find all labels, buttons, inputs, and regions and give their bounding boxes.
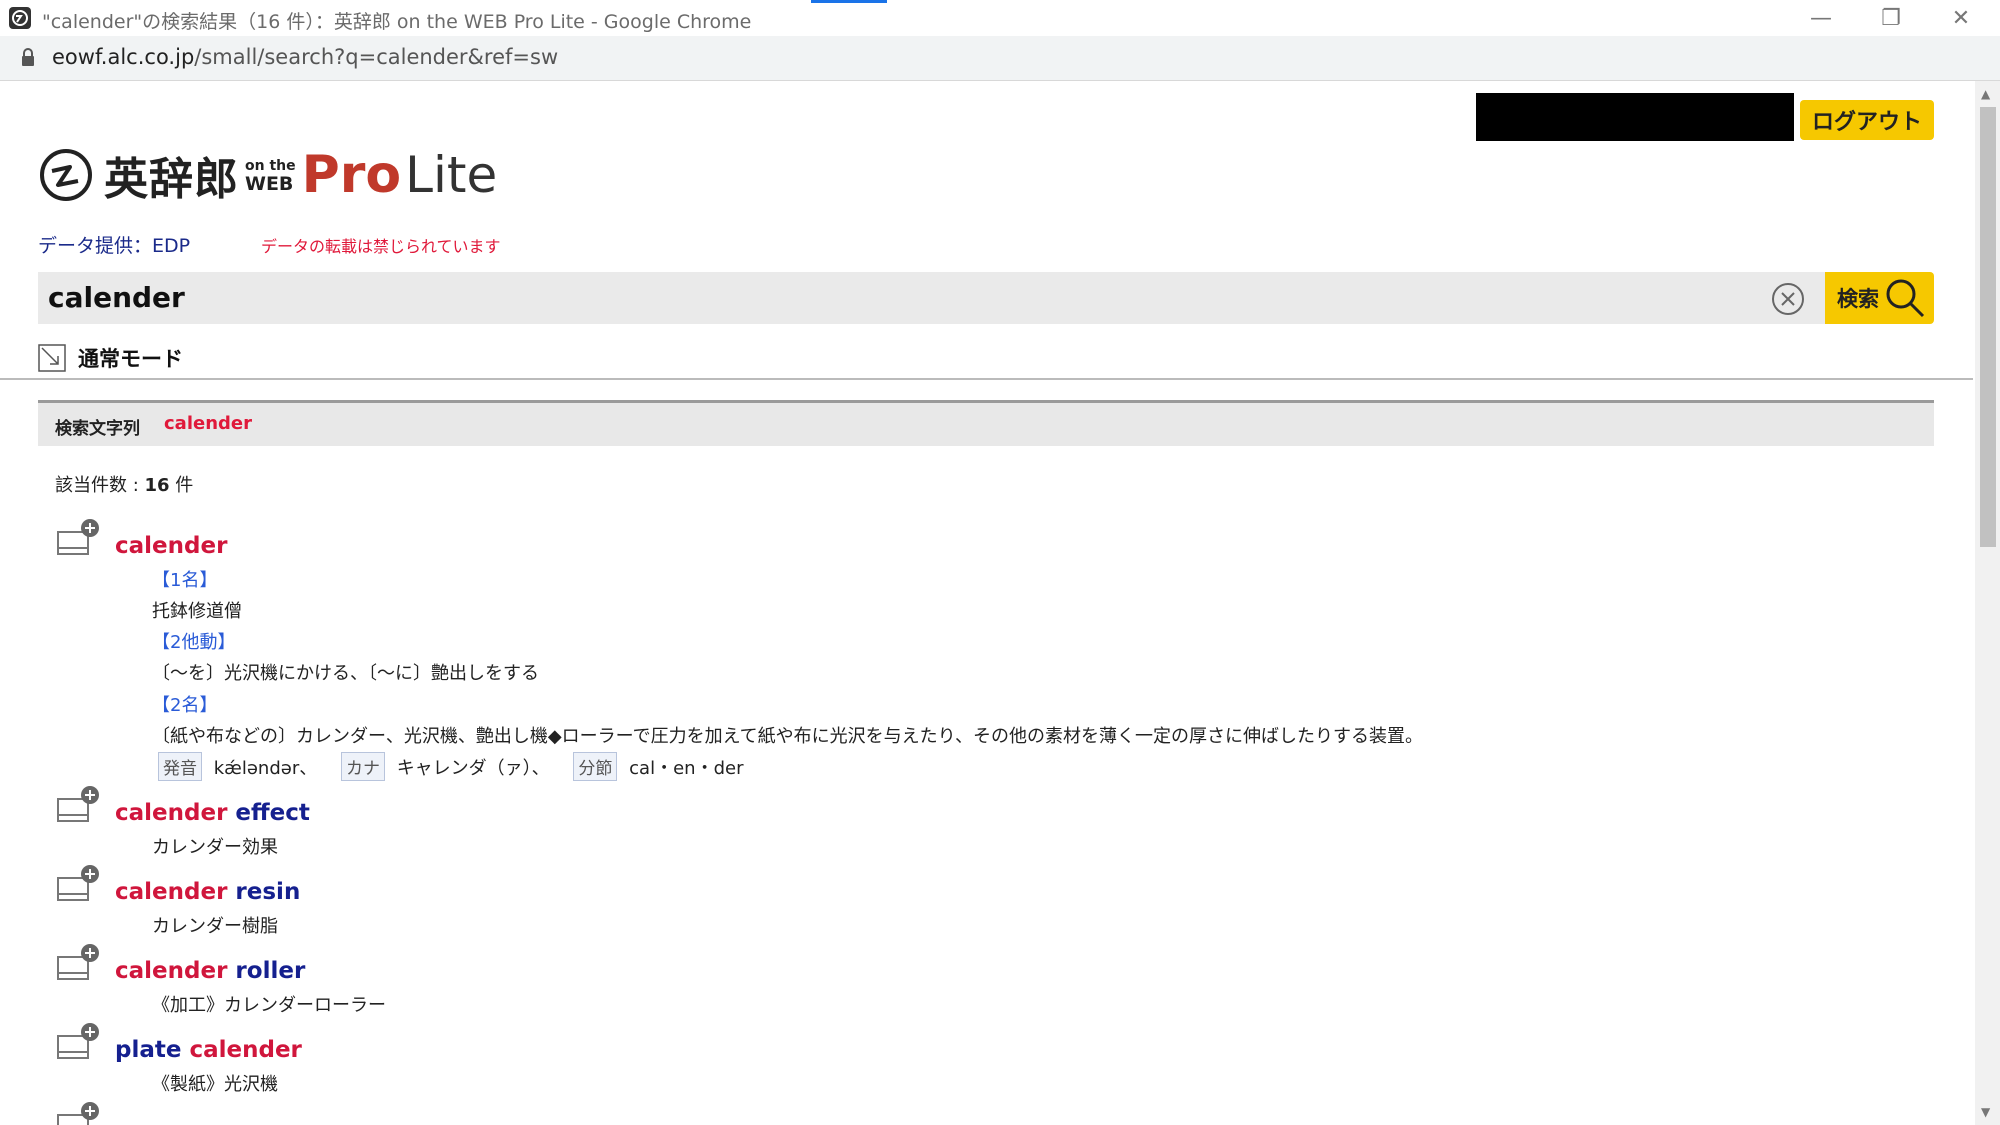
definition: カレンダー樹脂: [152, 916, 278, 937]
pron-tag: 発音: [158, 752, 202, 781]
logo-mark-icon: [40, 149, 92, 201]
headword-part: roller: [227, 958, 306, 984]
pron-value: kǽləndər、: [213, 758, 318, 779]
headword-part: calender: [115, 958, 228, 984]
logo-pro: Pro: [301, 145, 402, 205]
mode-label: 通常モード: [78, 347, 183, 371]
headword-part: calender: [181, 1037, 302, 1063]
headword-part: plate: [115, 1037, 182, 1063]
definition: 《製紙》光沢機: [152, 1074, 278, 1095]
magnifier-icon: [1886, 279, 1925, 318]
headword[interactable]: calender: [115, 533, 227, 559]
definition: 〔～を〕光沢機にかける、〔～に〕艶出しをする: [152, 663, 539, 684]
search-term-bar: 検索文字列 calender: [38, 400, 1934, 446]
logo-web: WEB: [245, 173, 294, 195]
url-text[interactable]: eowf.alc.co.jp/small/search?q=calender&r…: [52, 45, 558, 69]
part-of-speech: 【2他動】: [152, 632, 236, 653]
mode-toggle[interactable]: 通常モード: [38, 343, 183, 373]
site-favicon-icon: [9, 7, 31, 29]
part-of-speech: 【1名】: [152, 570, 218, 591]
add-to-wordbook-icon[interactable]: [56, 1022, 102, 1062]
result-count-label: 該当件数 :: [55, 475, 145, 496]
headword-part: calender: [115, 879, 228, 905]
data-provider-link[interactable]: データ提供：EDP: [38, 231, 190, 258]
tab-indicator: [811, 0, 887, 3]
add-to-wordbook-icon[interactable]: [56, 1101, 102, 1125]
add-to-wordbook-icon[interactable]: [56, 785, 102, 825]
scroll-down-arrow-icon[interactable]: ▼: [1981, 1105, 1990, 1119]
definition: 〔紙や布などの〕カレンダー、光沢機、艶出し機◆ローラーで圧力を加えて紙や布に光沢…: [152, 726, 1423, 747]
search-button[interactable]: 検索: [1825, 272, 1934, 324]
part-of-speech: 【2名】: [152, 695, 218, 716]
headword-part: calender: [115, 800, 228, 826]
window-title: "calender"の検索結果（16 件）：英辞郎 on the WEB Pro…: [42, 11, 752, 33]
search-button-label: 検索: [1837, 287, 1879, 311]
browser-title-bar: "calender"の検索結果（16 件）：英辞郎 on the WEB Pro…: [0, 0, 2000, 36]
search-term-value: calender: [164, 413, 252, 434]
site-logo[interactable]: 英辞郎 on the WEB Pro Lite: [38, 135, 497, 215]
lock-icon: [22, 48, 34, 66]
result-count: 該当件数 : 16 件: [55, 471, 193, 497]
headword-part: effect: [227, 800, 310, 826]
redacted-account-box: [1476, 93, 1794, 141]
search-query-text: calender: [48, 281, 185, 314]
pronunciation-row: 発音 kǽləndər、 カナ キャレンダ（ァ）、 分節 cal・en・der: [158, 752, 743, 781]
headword[interactable]: calender resin: [115, 879, 300, 905]
logo-lite: Lite: [405, 146, 498, 204]
result-count-unit: 件: [169, 475, 194, 496]
scroll-up-arrow-icon[interactable]: ▲: [1981, 87, 1990, 101]
headword[interactable]: calender roller: [115, 958, 305, 984]
headword-part: calender: [115, 533, 228, 559]
header-divider: [0, 378, 1973, 380]
minimize-button[interactable]: —: [1786, 0, 1856, 36]
search-term-label: 検索文字列: [55, 419, 140, 439]
url-host: eowf.alc.co.jp: [52, 45, 195, 69]
scrollbar-thumb[interactable]: [1980, 107, 1996, 547]
result-count-value: 16: [144, 475, 170, 496]
headword-part: resin: [227, 879, 301, 905]
kana-value: キャレンダ（ァ）、: [396, 758, 550, 779]
definition: カレンダー効果: [152, 837, 278, 858]
kana-tag: カナ: [340, 752, 385, 781]
add-to-wordbook-icon[interactable]: [56, 864, 102, 904]
logout-button[interactable]: ログアウト: [1800, 100, 1934, 140]
close-button[interactable]: ✕: [1926, 0, 1996, 36]
add-to-wordbook-icon[interactable]: [56, 518, 102, 558]
page-content: ログアウト 英辞郎 on the WEB Pro Lite データ提供：EDP …: [0, 81, 1973, 1125]
vertical-scrollbar[interactable]: ▲ ▼: [1975, 81, 2000, 1125]
copyright-notice: データの転載は禁じられています: [261, 237, 501, 256]
headword[interactable]: plate calender: [115, 1037, 302, 1063]
syllable-value: cal・en・der: [629, 758, 744, 779]
restore-button[interactable]: ❐: [1856, 0, 1926, 36]
expand-mode-icon: [38, 344, 66, 372]
add-to-wordbook-icon[interactable]: [56, 943, 102, 983]
headword[interactable]: calender effect: [115, 800, 310, 826]
address-bar[interactable]: eowf.alc.co.jp/small/search?q=calender&r…: [0, 36, 2000, 81]
definition: 《加工》カレンダーローラー: [152, 995, 386, 1016]
syllable-tag: 分節: [573, 752, 618, 781]
definition: 托鉢修道僧: [152, 601, 242, 622]
url-path: /small/search?q=calender&ref=sw: [194, 45, 559, 69]
logo-kanji: 英辞郎: [104, 154, 239, 205]
clear-search-icon[interactable]: [1771, 282, 1805, 316]
search-input[interactable]: calender: [38, 272, 1825, 324]
logo-on-the-web: on the WEB: [245, 157, 296, 195]
